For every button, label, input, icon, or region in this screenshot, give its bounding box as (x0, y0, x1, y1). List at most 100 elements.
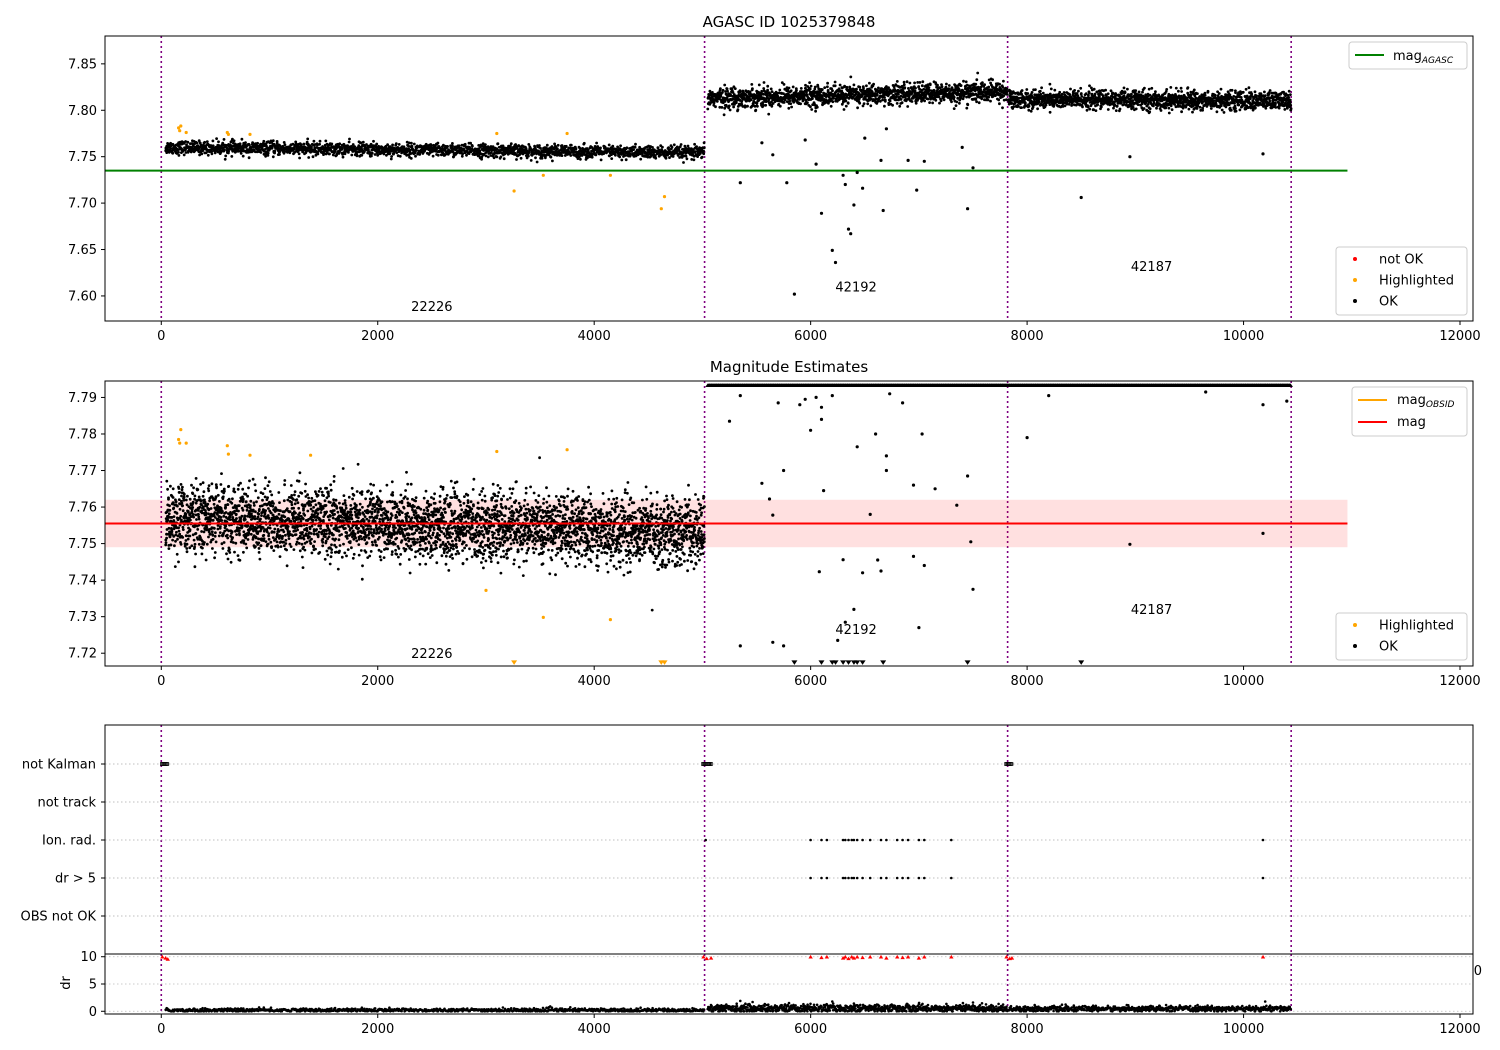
panel1-ok-point (431, 154, 435, 158)
panel1-ok-point (1069, 87, 1072, 91)
panel1-ok-point (639, 157, 643, 161)
panel1-ok-point (952, 95, 956, 99)
panel1-ok-point (974, 97, 978, 101)
panel1-ok-point (702, 152, 706, 156)
panel1-ok-point (222, 138, 226, 141)
panel1-ok-point (312, 139, 316, 143)
panel1-ok-point (733, 87, 737, 90)
panel1-ok-point (702, 141, 706, 145)
panel1-ok-point (1068, 93, 1072, 96)
panel1-ok-point (436, 141, 440, 145)
panel1-ok-point (1250, 92, 1254, 96)
panel1-ok-point (1122, 94, 1126, 98)
panel1-ok-point (318, 142, 321, 146)
panel1-ok-point (210, 152, 214, 156)
panel1-ok-point (375, 142, 379, 146)
panel1-ok-point (618, 155, 622, 159)
panel1-ok-point (259, 151, 263, 154)
panel1-ok-point (814, 109, 817, 113)
panel1-ok-point (1020, 89, 1024, 92)
panel1-ok-point (1191, 110, 1194, 114)
panel1-ok-point (316, 152, 320, 156)
panel1-ok-point (564, 144, 568, 148)
panel1-ok-point (457, 144, 461, 148)
panel1-ok-point (556, 143, 560, 147)
panel1-ok-point (182, 153, 186, 157)
panel1-ok-point (914, 101, 918, 105)
panel1-ok-point (1234, 91, 1237, 94)
panel1-ok-point (1259, 92, 1263, 96)
panel1-ok-point (599, 158, 603, 162)
panel1-ok-point (1130, 92, 1133, 96)
panel1-ok-point (1100, 105, 1103, 109)
panel1-ok-point (903, 86, 907, 90)
panel1-ok-point (815, 105, 819, 109)
panel1-ok-point (1212, 99, 1216, 102)
panel1-ok-point (429, 143, 433, 147)
panel1-ok-point (186, 140, 190, 144)
panel1-ok-point (855, 87, 858, 91)
panel1-ok-point (790, 105, 793, 109)
panel1-ok-point (766, 88, 769, 92)
panel1-ok-point (230, 155, 234, 158)
panel1-ok-point (831, 89, 834, 93)
panel1-ok-point (942, 98, 946, 102)
panel1-ok-point (1264, 106, 1268, 110)
panel1-ok-point (862, 86, 865, 90)
panel1-ok-point (829, 104, 833, 108)
panel1-ok-point (838, 83, 842, 87)
panel1-ok-point (928, 83, 932, 87)
panel1-ok-point (826, 85, 829, 89)
panel1-ok-point (975, 100, 978, 104)
panel1-ok-point (862, 102, 866, 105)
panel1-ok-point (1049, 87, 1053, 91)
panel1-ok-point (1203, 93, 1207, 97)
panel1-ok-point (266, 151, 270, 155)
panel1-ok-point (987, 85, 991, 89)
panel1-ok-point (808, 87, 812, 91)
panel1-ok-point (241, 154, 245, 158)
panel1-ok-point (923, 99, 926, 103)
panel1-ok-point (856, 106, 859, 110)
panel1-ok-point (1217, 92, 1221, 95)
panel1-ok-point (826, 81, 829, 85)
panel1-ok-point (700, 155, 704, 159)
panel1-ok-point (787, 86, 791, 90)
panel1-ok-point (895, 95, 898, 98)
panel1-ok-point (958, 101, 961, 105)
panel1-ok-point (1152, 104, 1155, 108)
panel1-ok-point (171, 151, 175, 155)
panel1-ok-point (1147, 87, 1151, 91)
panel1-ok-point (952, 107, 956, 110)
panel1-ok-point (1001, 85, 1005, 89)
panel1-ok-point (1079, 86, 1083, 90)
panel1-ok-point (945, 82, 948, 86)
panel1-ok-point (868, 81, 871, 85)
panel1-ok-point (1263, 94, 1267, 97)
panel1-ok-point (611, 144, 615, 148)
panel1-ok-point (679, 143, 683, 146)
panel1-ok-point (1238, 108, 1242, 112)
panel1-ok-point (820, 88, 824, 91)
panel1-ok-point (205, 140, 209, 144)
panel1-ok-point (1209, 107, 1213, 110)
panel1-ok-point (224, 154, 228, 158)
panel1-ok-point (1148, 107, 1152, 111)
panel1-ok-point (955, 100, 959, 104)
panel1-ok-point (330, 142, 334, 146)
panel1-ok-point (484, 143, 487, 147)
panel1-ok-point (831, 100, 835, 104)
panel1-ok-point (410, 141, 413, 145)
panel1-ok-point (746, 104, 749, 108)
panel1-ok-point (715, 100, 719, 103)
panel1-ok-point (670, 145, 674, 149)
panel1-ok-point (719, 87, 722, 90)
panel1-ok-point (463, 142, 467, 146)
panel1-ok-point (1187, 107, 1191, 111)
panel1-ok-point (672, 143, 676, 147)
panel1-ok-point (791, 85, 795, 89)
panel1-ok-point (756, 104, 759, 108)
panel1-ok-point (256, 141, 259, 145)
panel1-ok-point (465, 153, 468, 157)
panel1-ok-point (974, 82, 978, 86)
